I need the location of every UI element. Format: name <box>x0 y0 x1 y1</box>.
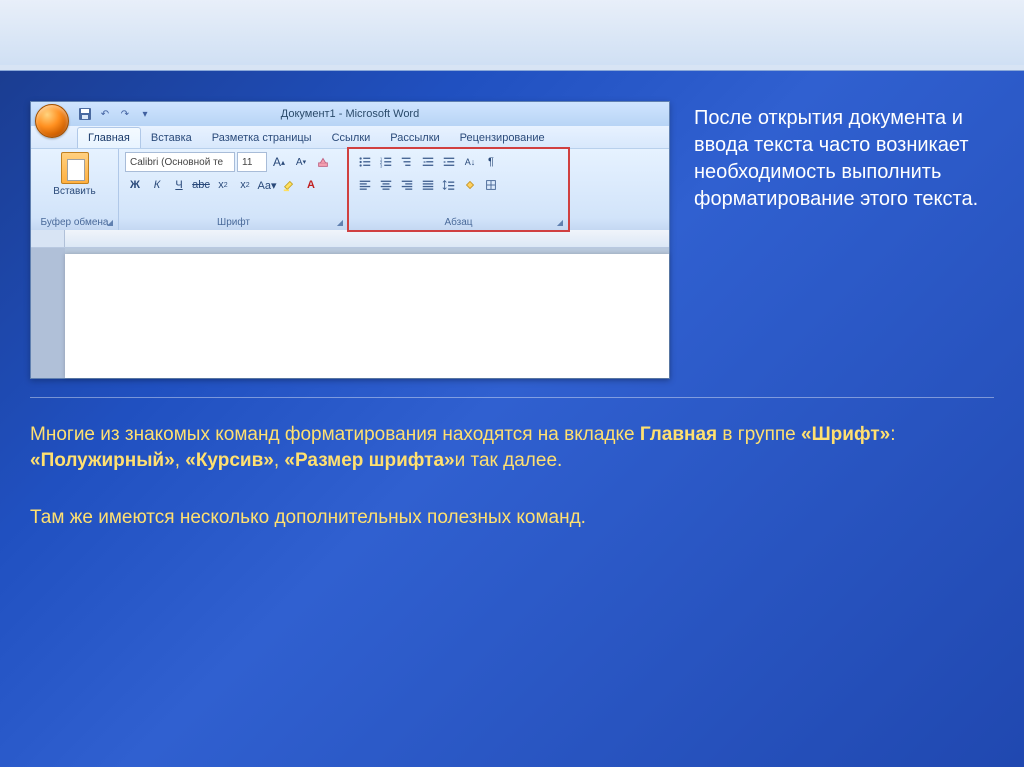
tab-layout[interactable]: Разметка страницы <box>202 128 322 148</box>
word-titlebar: ↶ ↷ ▾ Документ1 - Microsoft Word <box>31 102 669 126</box>
document-area <box>31 248 669 378</box>
font-name-combo[interactable]: Calibri (Основной те <box>125 152 235 172</box>
bold-button[interactable]: Ж <box>125 175 145 195</box>
clear-format-icon[interactable] <box>313 152 333 172</box>
office-button[interactable] <box>35 104 69 138</box>
align-center-button[interactable] <box>376 175 396 195</box>
grow-font-icon[interactable]: A▴ <box>269 152 289 172</box>
justify-button[interactable] <box>418 175 438 195</box>
body-text-2: Там же имеются несколько дополнительных … <box>0 495 1024 531</box>
shrink-font-icon[interactable]: A▾ <box>291 152 311 172</box>
underline-button[interactable]: Ч <box>169 175 189 195</box>
font-group-label: Шрифт <box>125 216 342 229</box>
strike-button[interactable]: abc <box>191 175 211 195</box>
paste-button[interactable]: Вставить <box>37 152 112 197</box>
paste-icon <box>61 152 89 184</box>
group-paragraph: 123 A↓ ¶ <box>349 149 569 230</box>
multilevel-button[interactable] <box>397 152 417 172</box>
tab-references[interactable]: Ссылки <box>322 128 381 148</box>
paste-label: Вставить <box>53 186 95 197</box>
save-icon[interactable] <box>77 106 93 122</box>
show-marks-button[interactable]: ¶ <box>481 152 501 172</box>
shading-button[interactable] <box>460 175 480 195</box>
align-right-button[interactable] <box>397 175 417 195</box>
font-size-combo[interactable]: 11 <box>237 152 267 172</box>
undo-icon[interactable]: ↶ <box>97 106 113 122</box>
decrease-indent-button[interactable] <box>418 152 438 172</box>
numbering-button[interactable]: 123 <box>376 152 396 172</box>
tab-review[interactable]: Рецензирование <box>450 128 555 148</box>
svg-text:3: 3 <box>380 163 383 168</box>
sort-button[interactable]: A↓ <box>460 152 480 172</box>
group-font: Calibri (Основной те 11 A▴ A▾ Ж К Ч abc … <box>119 149 349 230</box>
ribbon: Вставить Буфер обмена ◢ Calibri (Основно… <box>31 148 669 230</box>
tab-mailings[interactable]: Рассылки <box>380 128 449 148</box>
ruler <box>31 230 669 248</box>
side-text: После открытия документа и ввода текста … <box>694 101 994 213</box>
line-spacing-button[interactable] <box>439 175 459 195</box>
subscript-button[interactable]: x2 <box>213 175 233 195</box>
paragraph-group-label: Абзац <box>355 216 562 229</box>
bullets-button[interactable] <box>355 152 375 172</box>
quick-access-toolbar: ↶ ↷ ▾ <box>77 106 153 122</box>
highlight-button[interactable] <box>279 175 299 195</box>
font-dialog-launcher[interactable]: ◢ <box>334 216 346 228</box>
group-clipboard: Вставить Буфер обмена ◢ <box>31 149 119 230</box>
increase-indent-button[interactable] <box>439 152 459 172</box>
paragraph-dialog-launcher[interactable]: ◢ <box>554 216 566 228</box>
align-left-button[interactable] <box>355 175 375 195</box>
borders-button[interactable] <box>481 175 501 195</box>
change-case-button[interactable]: Aa▾ <box>257 175 277 195</box>
word-window: ↶ ↷ ▾ Документ1 - Microsoft Word Главная… <box>30 101 670 379</box>
body-text-1: Многие из знакомых команд форматирования… <box>0 412 1024 473</box>
document-page[interactable] <box>65 254 669 378</box>
italic-button[interactable]: К <box>147 175 167 195</box>
superscript-button[interactable]: x2 <box>235 175 255 195</box>
qat-dropdown-icon[interactable]: ▾ <box>137 106 153 122</box>
tab-home[interactable]: Главная <box>77 127 141 148</box>
divider <box>30 397 994 398</box>
redo-icon[interactable]: ↷ <box>117 106 133 122</box>
clipboard-dialog-launcher[interactable]: ◢ <box>104 216 116 228</box>
clipboard-group-label: Буфер обмена <box>37 216 112 229</box>
tab-insert[interactable]: Вставка <box>141 128 202 148</box>
font-color-button[interactable]: A <box>301 175 321 195</box>
ribbon-tabs: Главная Вставка Разметка страницы Ссылки… <box>31 126 669 148</box>
